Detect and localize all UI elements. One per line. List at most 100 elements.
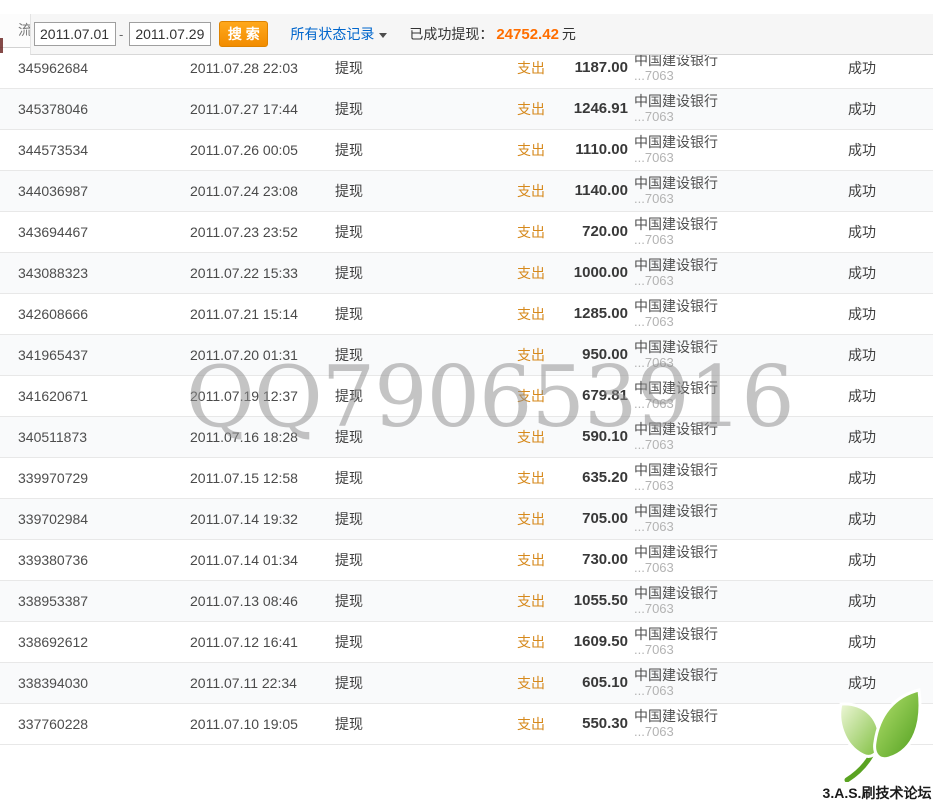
serial-cell: 345378046 (0, 88, 190, 129)
status-cell: 成功 (842, 662, 933, 703)
status-cell: 成功 (842, 334, 933, 375)
channel-account: ...7063 (634, 109, 842, 124)
search-button[interactable]: 搜 索 (219, 21, 268, 47)
created-cell: 2011.07.13 08:46 (190, 580, 335, 621)
channel-cell: 中国建设银行 ...7063 (628, 211, 842, 252)
name-cell: 提现 (335, 498, 465, 539)
status-cell: 成功 (842, 703, 933, 744)
name-cell: 提现 (335, 703, 465, 744)
inout-cell: 支出 (465, 88, 545, 129)
amount-cell: 550.30 (545, 703, 628, 744)
name-cell: 提现 (335, 293, 465, 334)
amount-cell: 635.20 (545, 457, 628, 498)
channel-account: ...7063 (634, 355, 842, 370)
table-row: 338394030 2011.07.11 22:34 提现 支出 605.10 … (0, 662, 933, 703)
status-filter-label: 所有状态记录 (290, 24, 374, 44)
summary-amount: 24752.42 (496, 26, 559, 43)
channel-account: ...7063 (634, 601, 842, 616)
status-cell: 成功 (842, 416, 933, 457)
filter-toolbar: - 搜 索 所有状态记录 已成功提现：24752.42元 (30, 14, 933, 55)
created-cell: 2011.07.15 12:58 (190, 457, 335, 498)
status-cell: 成功 (842, 170, 933, 211)
created-cell: 2011.07.11 22:34 (190, 662, 335, 703)
channel-cell: 中国建设银行 ...7063 (628, 498, 842, 539)
serial-cell: 339970729 (0, 457, 190, 498)
channel-account: ...7063 (634, 683, 842, 698)
created-cell: 2011.07.23 23:52 (190, 211, 335, 252)
inout-cell: 支出 (465, 539, 545, 580)
serial-cell: 340511873 (0, 416, 190, 457)
triangle-down-icon (379, 33, 387, 38)
channel-account: ...7063 (634, 437, 842, 452)
amount-cell: 705.00 (545, 498, 628, 539)
channel-bank: 中国建设银行 (634, 216, 842, 232)
created-cell: 2011.07.21 15:14 (190, 293, 335, 334)
channel-cell: 中国建设银行 ...7063 (628, 129, 842, 170)
inout-cell: 支出 (465, 703, 545, 744)
channel-bank: 中国建设银行 (634, 462, 842, 478)
screenshot-edge-artifact (0, 38, 3, 53)
inout-cell: 支出 (465, 416, 545, 457)
channel-bank: 中国建设银行 (634, 257, 842, 273)
channel-cell: 中国建设银行 ...7063 (628, 252, 842, 293)
table-row: 344573534 2011.07.26 00:05 提现 支出 1110.00… (0, 129, 933, 170)
amount-cell: 1000.00 (545, 252, 628, 293)
name-cell: 提现 (335, 252, 465, 293)
amount-cell: 1246.91 (545, 88, 628, 129)
channel-cell: 中国建设银行 ...7063 (628, 416, 842, 457)
inout-cell: 支出 (465, 170, 545, 211)
created-cell: 2011.07.14 19:32 (190, 498, 335, 539)
amount-cell: 950.00 (545, 334, 628, 375)
serial-cell: 341965437 (0, 334, 190, 375)
created-cell: 2011.07.14 01:34 (190, 539, 335, 580)
channel-cell: 中国建设银行 ...7063 (628, 457, 842, 498)
serial-cell: 344573534 (0, 129, 190, 170)
created-cell: 2011.07.20 01:31 (190, 334, 335, 375)
channel-bank: 中国建设银行 (634, 585, 842, 601)
table-row: 340511873 2011.07.16 18:28 提现 支出 590.10 … (0, 416, 933, 457)
table-row: 338692612 2011.07.12 16:41 提现 支出 1609.50… (0, 621, 933, 662)
channel-bank: 中国建设银行 (634, 339, 842, 355)
table-row: 344036987 2011.07.24 23:08 提现 支出 1140.00… (0, 170, 933, 211)
amount-cell: 605.10 (545, 662, 628, 703)
created-cell: 2011.07.12 16:41 (190, 621, 335, 662)
serial-cell: 338394030 (0, 662, 190, 703)
status-filter-dropdown[interactable]: 所有状态记录 (290, 24, 387, 44)
withdraw-summary: 已成功提现：24752.42元 (409, 24, 576, 44)
serial-cell: 339702984 (0, 498, 190, 539)
inout-cell: 支出 (465, 129, 545, 170)
channel-account: ...7063 (634, 478, 842, 493)
inout-cell: 支出 (465, 457, 545, 498)
summary-label: 已成功提现： (409, 26, 493, 42)
name-cell: 提现 (335, 88, 465, 129)
status-cell: 成功 (842, 211, 933, 252)
table-row: 343694467 2011.07.23 23:52 提现 支出 720.00 … (0, 211, 933, 252)
created-cell: 2011.07.10 19:05 (190, 703, 335, 744)
channel-cell: 中国建设银行 ...7063 (628, 293, 842, 334)
status-cell: 成功 (842, 293, 933, 334)
table-row: 337760228 2011.07.10 19:05 提现 支出 550.30 … (0, 703, 933, 744)
forum-logo-caption: 3.A.S.刷技术论坛 (822, 783, 932, 803)
name-cell: 提现 (335, 375, 465, 416)
table-row: 341620671 2011.07.19 12:37 提现 支出 679.81 … (0, 375, 933, 416)
inout-cell: 支出 (465, 252, 545, 293)
channel-bank: 中国建设银行 (634, 134, 842, 150)
created-cell: 2011.07.16 18:28 (190, 416, 335, 457)
amount-cell: 1285.00 (545, 293, 628, 334)
date-range-separator: - (119, 27, 123, 42)
status-cell: 成功 (842, 457, 933, 498)
amount-cell: 1609.50 (545, 621, 628, 662)
inout-cell: 支出 (465, 375, 545, 416)
serial-cell: 343694467 (0, 211, 190, 252)
date-to-input[interactable] (129, 22, 211, 46)
channel-account: ...7063 (634, 68, 842, 83)
status-cell: 成功 (842, 621, 933, 662)
created-cell: 2011.07.22 15:33 (190, 252, 335, 293)
table-row: 339970729 2011.07.15 12:58 提现 支出 635.20 … (0, 457, 933, 498)
date-from-input[interactable] (34, 22, 116, 46)
channel-bank: 中国建设银行 (634, 421, 842, 437)
status-cell: 成功 (842, 498, 933, 539)
amount-cell: 590.10 (545, 416, 628, 457)
channel-account: ...7063 (634, 314, 842, 329)
created-cell: 2011.07.19 12:37 (190, 375, 335, 416)
